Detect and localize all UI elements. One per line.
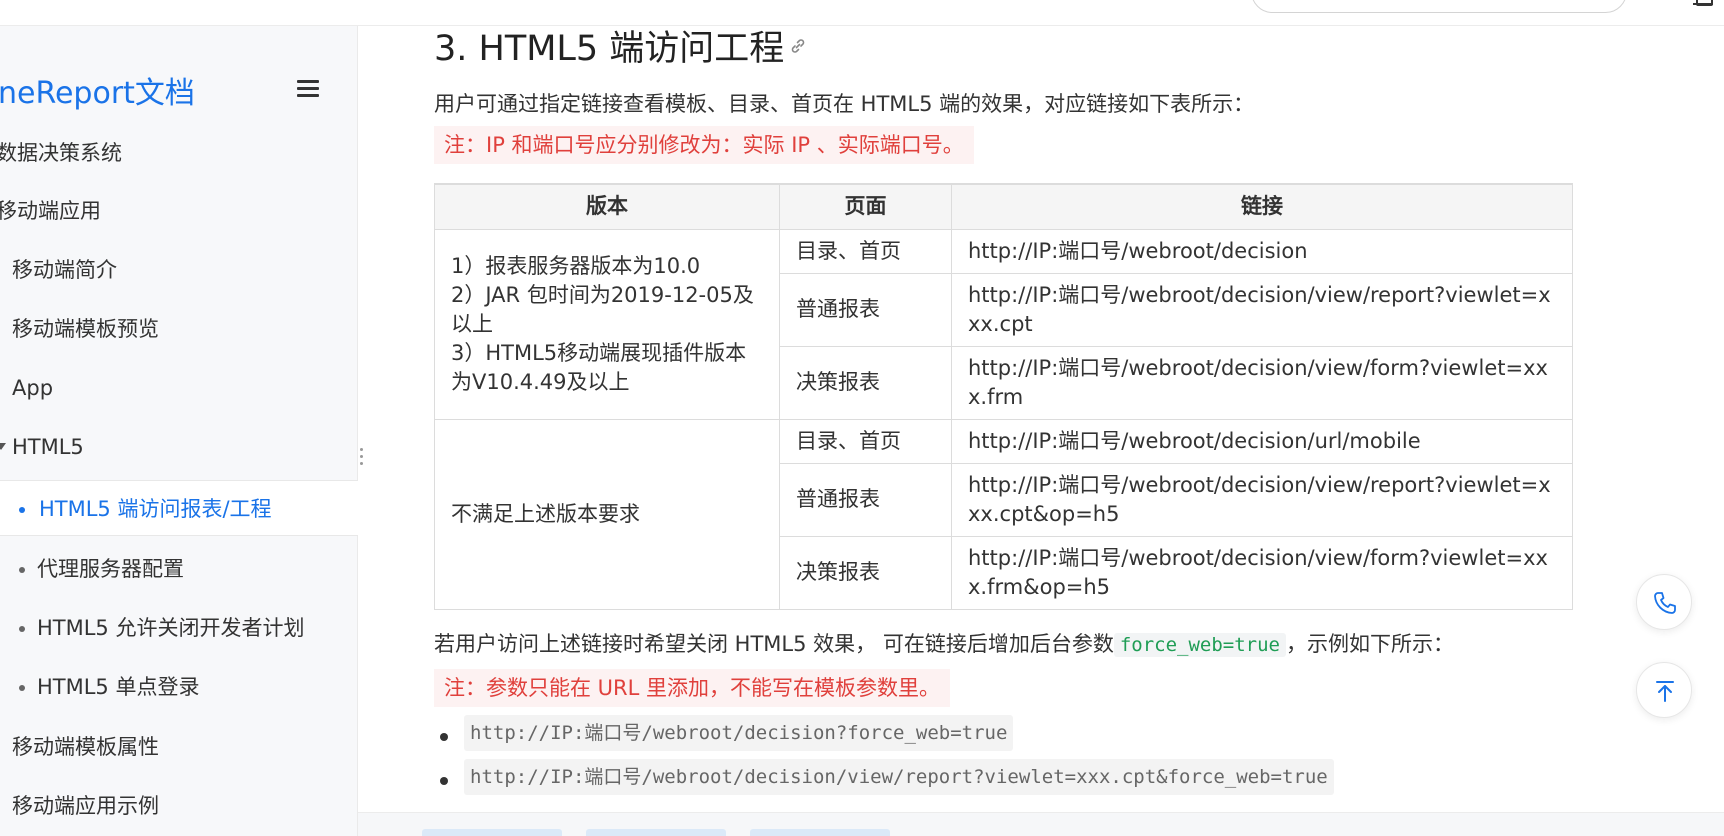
- search-box[interactable]: [1251, 0, 1627, 13]
- link-cell: http://IP:端口号/webroot/decision/view/form…: [951, 535, 1573, 610]
- table-row: 不满足上述版本要求 目录、首页 http://IP:端口号/webroot/de…: [434, 418, 1573, 610]
- sidebar-item-label: HTML5 单点登录: [37, 675, 200, 699]
- sidebar-item-proxy-config[interactable]: 代理服务器配置: [0, 541, 358, 597]
- hamburger-menu-icon[interactable]: [297, 80, 319, 98]
- note-url-only: 注：参数只能在 URL 里添加，不能写在模板参数里。: [434, 669, 951, 707]
- sidebar-item-mobile-intro[interactable]: 移动端简介: [0, 242, 358, 298]
- sidebar-item-html5-dev-plan[interactable]: HTML5 允许关闭开发者计划: [0, 600, 358, 656]
- bullet-icon: [440, 777, 448, 785]
- bullet-icon: [19, 685, 25, 691]
- link-cell: http://IP:端口号/webroot/decision: [951, 228, 1573, 274]
- page-cell: 目录、首页: [779, 418, 952, 464]
- sidebar-item-label: 移动端应用示例: [12, 794, 159, 818]
- sidebar-item-mobile-examples[interactable]: 移动端应用示例: [0, 778, 358, 834]
- version-requirement: 1）报表服务器版本为10.0: [451, 253, 701, 278]
- sidebar-item-decision-system[interactable]: 数据决策系统: [0, 125, 358, 181]
- main-content: 3. HTML5 端访问工程 用户可通过指定链接查看模板、目录、首页在 HTML…: [358, 0, 1724, 836]
- sidebar-item-label: HTML5: [12, 435, 84, 459]
- bottom-bar: [358, 812, 1724, 836]
- link-cell: http://IP:端口号/webroot/decision/view/repo…: [951, 272, 1573, 347]
- sidebar-item-mobile-template-props[interactable]: 移动端模板属性: [0, 719, 358, 775]
- bullet-icon: [19, 507, 25, 513]
- page-cell: 普通报表: [779, 272, 952, 347]
- top-header: [0, 0, 1724, 26]
- section-heading: 3. HTML5 端访问工程: [434, 29, 785, 69]
- force-web-param: force_web=true: [1113, 633, 1286, 657]
- version-requirement: 2）JAR 包时间为2019-12-05及以上: [451, 282, 754, 336]
- sidebar-item-label: 代理服务器配置: [37, 557, 184, 581]
- sidebar-item-html5-access[interactable]: HTML5 端访问报表/工程: [0, 480, 358, 536]
- example-url: http://IP:端口号/webroot/decision?force_web…: [464, 715, 1014, 751]
- intro-text: 用户可通过指定链接查看模板、目录、首页在 HTML5 端的效果，对应链接如下表所…: [434, 92, 1255, 116]
- sidebar-item-label: 移动端简介: [12, 258, 117, 282]
- sidebar-item-label: HTML5 端访问报表/工程: [39, 497, 272, 521]
- link-cell: http://IP:端口号/webroot/decision/url/mobil…: [951, 418, 1573, 464]
- sidebar-item-label: App: [12, 376, 54, 400]
- bottom-button[interactable]: [750, 829, 890, 836]
- table-row: 1）报表服务器版本为10.0 2）JAR 包时间为2019-12-05及以上 3…: [434, 228, 1573, 420]
- sidebar-item-label: 移动端应用: [0, 199, 101, 223]
- sidebar-item-html5-sso[interactable]: HTML5 单点登录: [0, 659, 358, 715]
- bullet-icon: [19, 567, 25, 573]
- back-to-top-icon: [1656, 681, 1674, 702]
- table-header-row: 版本 页面 链接: [434, 183, 1573, 230]
- version-cell: 不满足上述版本要求: [434, 418, 780, 610]
- notification-icon[interactable]: [1692, 0, 1714, 8]
- example-url: http://IP:端口号/webroot/decision/view/repo…: [464, 759, 1334, 795]
- sidebar-item-mobile-app[interactable]: 移动端应用: [0, 183, 358, 239]
- sidebar-item-html5[interactable]: HTML5: [0, 419, 358, 475]
- force-web-text-after: ，示例如下所示：: [1285, 632, 1454, 656]
- page-cell: 目录、首页: [779, 228, 952, 274]
- sidebar-item-label: 移动端模板预览: [12, 317, 159, 341]
- sidebar-item-mobile-preview[interactable]: 移动端模板预览: [0, 301, 358, 357]
- sidebar-item-app[interactable]: App: [0, 360, 358, 416]
- links-table: 版本 页面 链接 1）报表服务器版本为10.0 2）JAR 包时间为2019-1…: [434, 183, 1573, 610]
- phone-icon: [1654, 592, 1676, 614]
- back-to-top-button[interactable]: [1636, 662, 1692, 718]
- sidebar-item-label: 移动端模板属性: [12, 735, 159, 759]
- version-cell: 1）报表服务器版本为10.0 2）JAR 包时间为2019-12-05及以上 3…: [434, 228, 780, 420]
- force-web-text: 若用户访问上述链接时希望关闭 HTML5 效果， 可在链接后增加后台参数 forc…: [434, 628, 1454, 658]
- page-cell: 普通报表: [779, 462, 952, 537]
- link-cell: http://IP:端口号/webroot/decision/view/form…: [951, 345, 1573, 420]
- note-ip-port: 注：IP 和端口号应分别修改为：实际 IP 、实际端口号。: [434, 126, 974, 164]
- column-header-page: 页面: [779, 183, 952, 230]
- contact-button[interactable]: [1636, 574, 1692, 630]
- bottom-button[interactable]: [586, 829, 726, 836]
- bullet-icon: [19, 626, 25, 632]
- link-icon[interactable]: [788, 36, 808, 56]
- search-icon[interactable]: [1592, 0, 1606, 1]
- bullet-icon: [440, 733, 448, 741]
- link-cell: http://IP:端口号/webroot/decision/view/repo…: [951, 462, 1573, 537]
- version-requirement: 3）HTML5移动端展现插件版本为V10.4.49及以上: [451, 340, 747, 394]
- caret-down-icon[interactable]: [0, 443, 6, 450]
- sidebar-item-label: HTML5 允许关闭开发者计划: [37, 616, 305, 640]
- sidebar-item-label: 数据决策系统: [0, 141, 122, 165]
- site-logo[interactable]: neReport文档: [0, 68, 195, 112]
- column-header-version: 版本: [434, 183, 780, 230]
- page-cell: 决策报表: [779, 345, 952, 420]
- force-web-text-before: 若用户访问上述链接时希望关闭 HTML5 效果， 可在链接后增加后台参数: [434, 632, 1114, 656]
- column-header-link: 链接: [951, 183, 1573, 230]
- sidebar: neReport文档 数据决策系统 移动端应用 移动端简介 移动端模板预览 Ap…: [0, 0, 358, 836]
- bottom-button[interactable]: [422, 829, 562, 836]
- page-cell: 决策报表: [779, 535, 952, 610]
